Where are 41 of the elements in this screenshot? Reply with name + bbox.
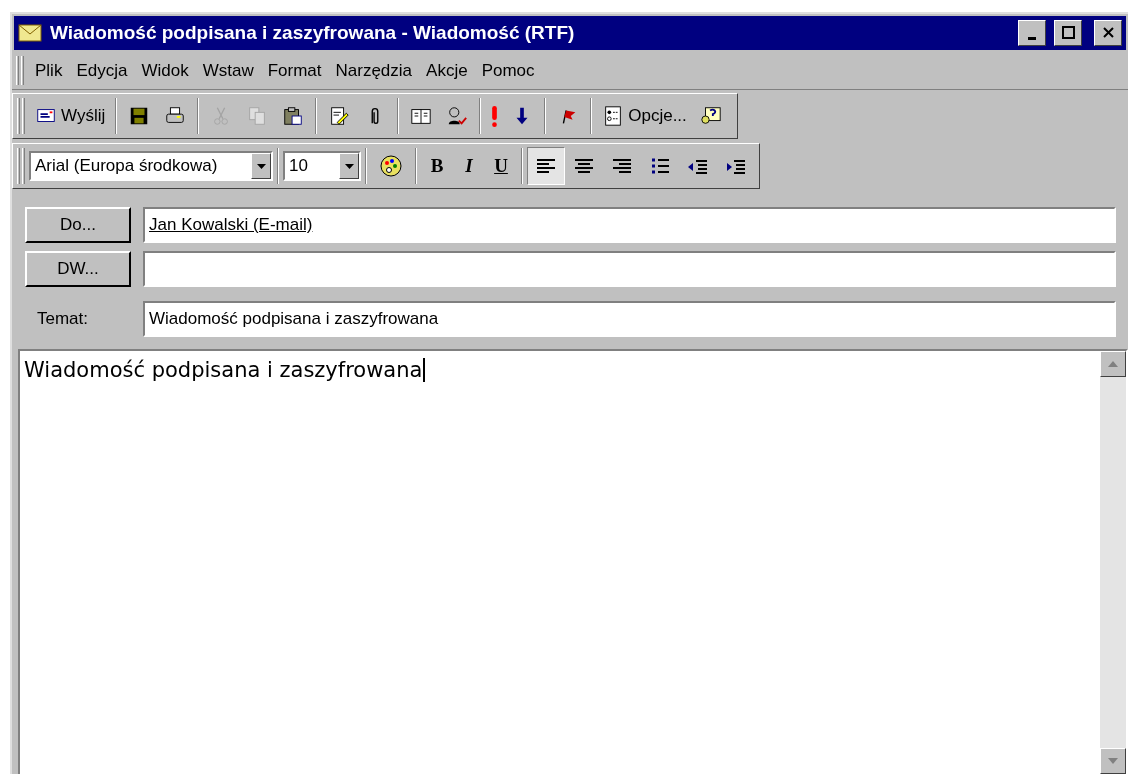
window-title: Wiadomość podpisana i zaszyfrowana - Wiadomość (RTF) (50, 20, 575, 45)
menu-item[interactable]: Wstaw (195, 57, 261, 84)
exclamation-icon (492, 105, 498, 127)
dropdown-arrow-icon (256, 163, 266, 169)
minimize-icon (1028, 36, 1036, 40)
font-dropdown[interactable]: Arial (Europa środkowa) (29, 151, 273, 181)
palette-icon (379, 154, 403, 178)
menu-item[interactable]: Widok (134, 57, 196, 84)
clipboard-icon (282, 105, 305, 127)
input-field[interactable] (143, 251, 1116, 287)
style-button[interactable]: B (421, 148, 453, 184)
menu-item[interactable]: Pomoc (474, 57, 542, 84)
address-button[interactable]: Do... (25, 207, 131, 243)
dropdown-arrow-icon (344, 163, 354, 169)
document-pencil-icon (328, 105, 351, 127)
menu-item[interactable]: Narzędzia (328, 57, 420, 84)
input-field[interactable]: Wiadomość podpisana i zaszyfrowana (143, 301, 1116, 337)
menu-item[interactable]: Edycja (69, 57, 135, 84)
style-button[interactable]: I (453, 148, 485, 184)
up-arrow-icon (1108, 361, 1118, 367)
toolbar-button[interactable]: Opcje... (596, 98, 693, 134)
input-field[interactable]: Jan Kowalski (E-mail) (143, 207, 1116, 243)
style-button[interactable]: U (485, 148, 517, 184)
address-button[interactable]: DW... (25, 251, 131, 287)
size-dropdown[interactable]: 10 (283, 151, 361, 181)
field-label: Temat: (36, 308, 90, 331)
minimize-button[interactable] (1018, 20, 1046, 46)
help-bubble-icon (699, 105, 722, 127)
maximize-icon (1060, 25, 1076, 41)
scroll-down-button[interactable] (1100, 748, 1126, 774)
scroll-up-button[interactable] (1100, 351, 1126, 377)
maximize-button[interactable] (1054, 20, 1082, 46)
menu-item[interactable]: Format (260, 57, 329, 84)
close-button[interactable] (1094, 20, 1122, 46)
down-arrow-icon (1108, 758, 1118, 764)
toolbar-button[interactable]: Wyślij (29, 98, 112, 134)
toolbar-button[interactable] (527, 147, 565, 185)
menu-item[interactable]: Akcje (419, 57, 475, 84)
envelope-icon (18, 24, 42, 42)
person-check-icon (446, 105, 469, 127)
menu-item[interactable]: Plik (28, 57, 70, 84)
